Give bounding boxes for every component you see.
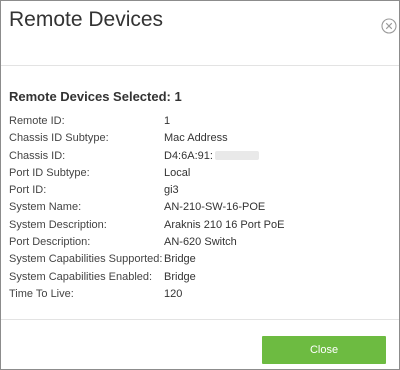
property-label: Chassis ID:	[9, 149, 66, 162]
device-properties: Remote ID: 1 Chassis ID Subtype: Mac Add…	[9, 113, 394, 303]
property-label: Port ID:	[9, 184, 47, 197]
close-button[interactable]: Close	[262, 336, 386, 364]
dialog-title: Remote Devices	[9, 8, 164, 31]
property-value: 120	[164, 287, 183, 300]
property-value: Bridge	[164, 253, 196, 266]
property-label: Port Description:	[9, 236, 91, 249]
property-row-chassis-id: Chassis ID: D4:6A:91:	[9, 148, 394, 165]
property-value: Araknis 210 16 Port PoE	[164, 218, 285, 231]
property-label: System Description:	[9, 218, 107, 231]
property-value: Bridge	[164, 270, 196, 283]
property-value: Mac Address	[164, 132, 228, 145]
property-row-system-description: System Description: Araknis 210 16 Port …	[9, 217, 394, 234]
property-row-system-name: System Name: AN-210-SW-16-POE	[9, 199, 394, 216]
dialog-footer: Close	[1, 319, 399, 370]
property-value: gi3	[164, 184, 179, 197]
property-value-chassis-id: D4:6A:91:	[164, 148, 259, 165]
property-label: Time To Live:	[9, 287, 74, 300]
circle-x-icon[interactable]	[381, 18, 397, 34]
close-icon-graphic	[381, 18, 397, 34]
property-row-capabilities-enabled: System Capabilities Enabled: Bridge	[9, 269, 394, 286]
property-value: Local	[164, 166, 191, 179]
remote-devices-dialog: Remote Devices Remote Devices Selected: …	[0, 0, 400, 370]
dialog-header: Remote Devices	[1, 1, 399, 66]
property-value: 1	[164, 115, 171, 127]
property-row-remote-id: Remote ID: 1	[9, 113, 394, 130]
redacted-mac-suffix	[214, 151, 259, 161]
property-row-port-id-subtype: Port ID Subtype: Local	[9, 165, 394, 182]
property-value: AN-620 Switch	[164, 236, 237, 249]
property-label: System Capabilities Enabled:	[9, 270, 153, 283]
selected-count-heading: Remote Devices Selected: 1	[9, 89, 182, 104]
property-label: Remote ID:	[9, 115, 65, 127]
property-row-port-id: Port ID: gi3	[9, 182, 394, 199]
chassis-id-text: D4:6A:91:	[164, 149, 213, 162]
property-label: Port ID Subtype:	[9, 166, 90, 179]
property-label: System Capabilities Supported:	[9, 253, 163, 266]
dialog-body: Remote Devices Selected: 1 Remote ID: 1 …	[1, 67, 399, 319]
property-value: AN-210-SW-16-POE	[164, 201, 266, 214]
property-row-port-description: Port Description: AN-620 Switch	[9, 234, 394, 251]
property-row-time-to-live: Time To Live: 120	[9, 286, 394, 303]
property-label: Chassis ID Subtype:	[9, 132, 109, 145]
property-label: System Name:	[9, 201, 82, 214]
property-row-chassis-id-subtype: Chassis ID Subtype: Mac Address	[9, 130, 394, 147]
property-row-capabilities-supported: System Capabilities Supported: Bridge	[9, 251, 394, 268]
